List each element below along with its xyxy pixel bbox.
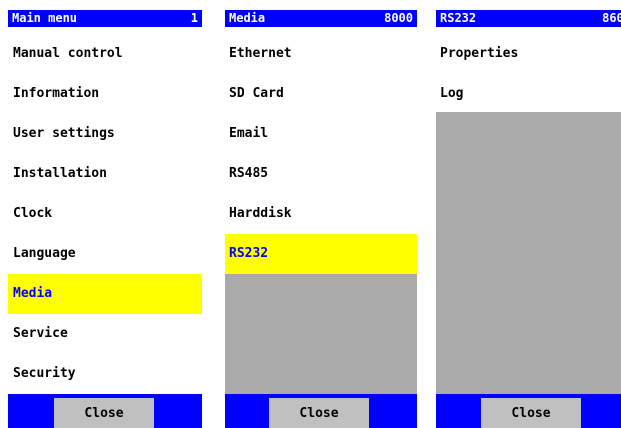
rs232-title: RS232 xyxy=(440,11,477,25)
media-panel: Media 8000 Ethernet SD Card Email RS485 … xyxy=(225,10,417,428)
main-menu-list: Manual control Information User settings… xyxy=(8,34,202,394)
media-item-sd-card[interactable]: SD Card xyxy=(225,74,417,114)
media-code: 8000 xyxy=(384,11,413,25)
media-item-email[interactable]: Email xyxy=(225,114,417,154)
rs232-empty-area xyxy=(436,112,621,404)
media-title-bar: Media 8000 xyxy=(225,10,417,27)
menu-item-language[interactable]: Language xyxy=(8,234,202,274)
media-close-button[interactable]: Close xyxy=(269,398,369,428)
media-item-harddisk[interactable]: Harddisk xyxy=(225,194,417,234)
media-item-rs232[interactable]: RS232 xyxy=(225,234,417,274)
menu-item-manual-control[interactable]: Manual control xyxy=(8,34,202,74)
menu-item-media[interactable]: Media xyxy=(8,274,202,314)
media-item-ethernet[interactable]: Ethernet xyxy=(225,34,417,74)
menu-item-information[interactable]: Information xyxy=(8,74,202,114)
menu-item-clock[interactable]: Clock xyxy=(8,194,202,234)
rs232-close-button[interactable]: Close xyxy=(481,398,581,428)
media-title: Media xyxy=(229,11,266,25)
rs232-title-bar: RS232 8600 xyxy=(436,10,621,27)
main-menu-code: 1 xyxy=(190,11,198,25)
main-menu-bottom-bar: Close xyxy=(8,394,202,428)
main-menu-title-bar: Main menu 1 xyxy=(8,10,202,27)
main-menu-close-button[interactable]: Close xyxy=(54,398,154,428)
rs232-code: 8600 xyxy=(602,11,621,25)
media-empty-area xyxy=(225,274,417,404)
main-menu-panel: Main menu 1 Manual control Information U… xyxy=(8,10,202,428)
rs232-list: Properties Log xyxy=(436,34,621,114)
menu-item-security[interactable]: Security xyxy=(8,354,202,394)
media-item-rs485[interactable]: RS485 xyxy=(225,154,417,194)
menu-item-service[interactable]: Service xyxy=(8,314,202,354)
menu-item-installation[interactable]: Installation xyxy=(8,154,202,194)
rs232-bottom-bar: Close xyxy=(436,394,621,428)
main-menu-title: Main menu xyxy=(12,11,78,25)
rs232-item-log[interactable]: Log xyxy=(436,74,621,114)
media-list: Ethernet SD Card Email RS485 Harddisk RS… xyxy=(225,34,417,274)
rs232-item-properties[interactable]: Properties xyxy=(436,34,621,74)
rs232-panel: RS232 8600 Properties Log Close xyxy=(436,10,621,428)
menu-item-user-settings[interactable]: User settings xyxy=(8,114,202,154)
media-bottom-bar: Close xyxy=(225,394,417,428)
